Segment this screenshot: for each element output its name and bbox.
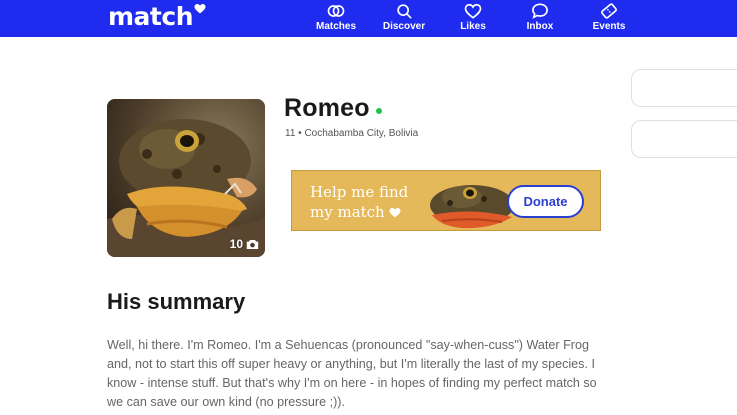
camera-icon	[246, 239, 259, 249]
photo-count-number: 10	[229, 237, 243, 251]
match-logo[interactable]: match	[108, 2, 206, 31]
logo-text: match	[108, 2, 194, 31]
profile-name-row: Romeo	[284, 94, 382, 123]
nav-inbox-label: Inbox	[526, 21, 554, 32]
profile-age-location: 11 • Cochabamba City, Bolivia	[285, 128, 419, 139]
search-icon	[397, 4, 412, 19]
summary-title: His summary	[107, 289, 246, 314]
frog-photo-illustration	[107, 99, 265, 257]
online-status-dot	[375, 107, 382, 114]
donate-button[interactable]: Donate	[507, 185, 584, 218]
nav-events-label: Events	[592, 21, 626, 32]
banner-line-2-text: my match	[310, 203, 385, 221]
matches-rings-icon	[327, 5, 345, 17]
top-nav-bar: match Matches Discover Likes Inbox Event…	[0, 0, 737, 37]
chat-bubble-icon	[532, 3, 548, 19]
photo-count: 10	[230, 237, 259, 251]
nav-matches[interactable]: Matches	[314, 0, 358, 37]
banner-headline: Help me find my match	[310, 182, 408, 222]
side-card-bottom[interactable]	[631, 120, 737, 158]
nav-discover-label: Discover	[382, 21, 426, 32]
summary-text: Well, hi there. I'm Romeo. I'm a Sehuenc…	[107, 338, 597, 409]
nav-matches-label: Matches	[315, 21, 356, 32]
nav-likes[interactable]: Likes	[455, 0, 491, 37]
banner-line-2: my match	[310, 202, 408, 222]
profile-photo[interactable]: 10	[107, 99, 265, 257]
nav-events[interactable]: Events	[590, 0, 628, 37]
heart-icon	[464, 3, 482, 19]
nav-likes-label: Likes	[460, 21, 486, 32]
nav-inbox[interactable]: Inbox	[522, 0, 558, 37]
logo-heart-icon	[194, 4, 206, 14]
ticket-icon	[601, 3, 617, 19]
nav-discover[interactable]: Discover	[382, 0, 426, 37]
side-card-top[interactable]	[631, 69, 737, 107]
banner-line-1: Help me find	[310, 183, 409, 201]
banner-heart-icon	[389, 207, 401, 217]
profile-name: Romeo	[284, 94, 370, 122]
donate-banner[interactable]: Help me find my match Donate	[291, 170, 601, 231]
